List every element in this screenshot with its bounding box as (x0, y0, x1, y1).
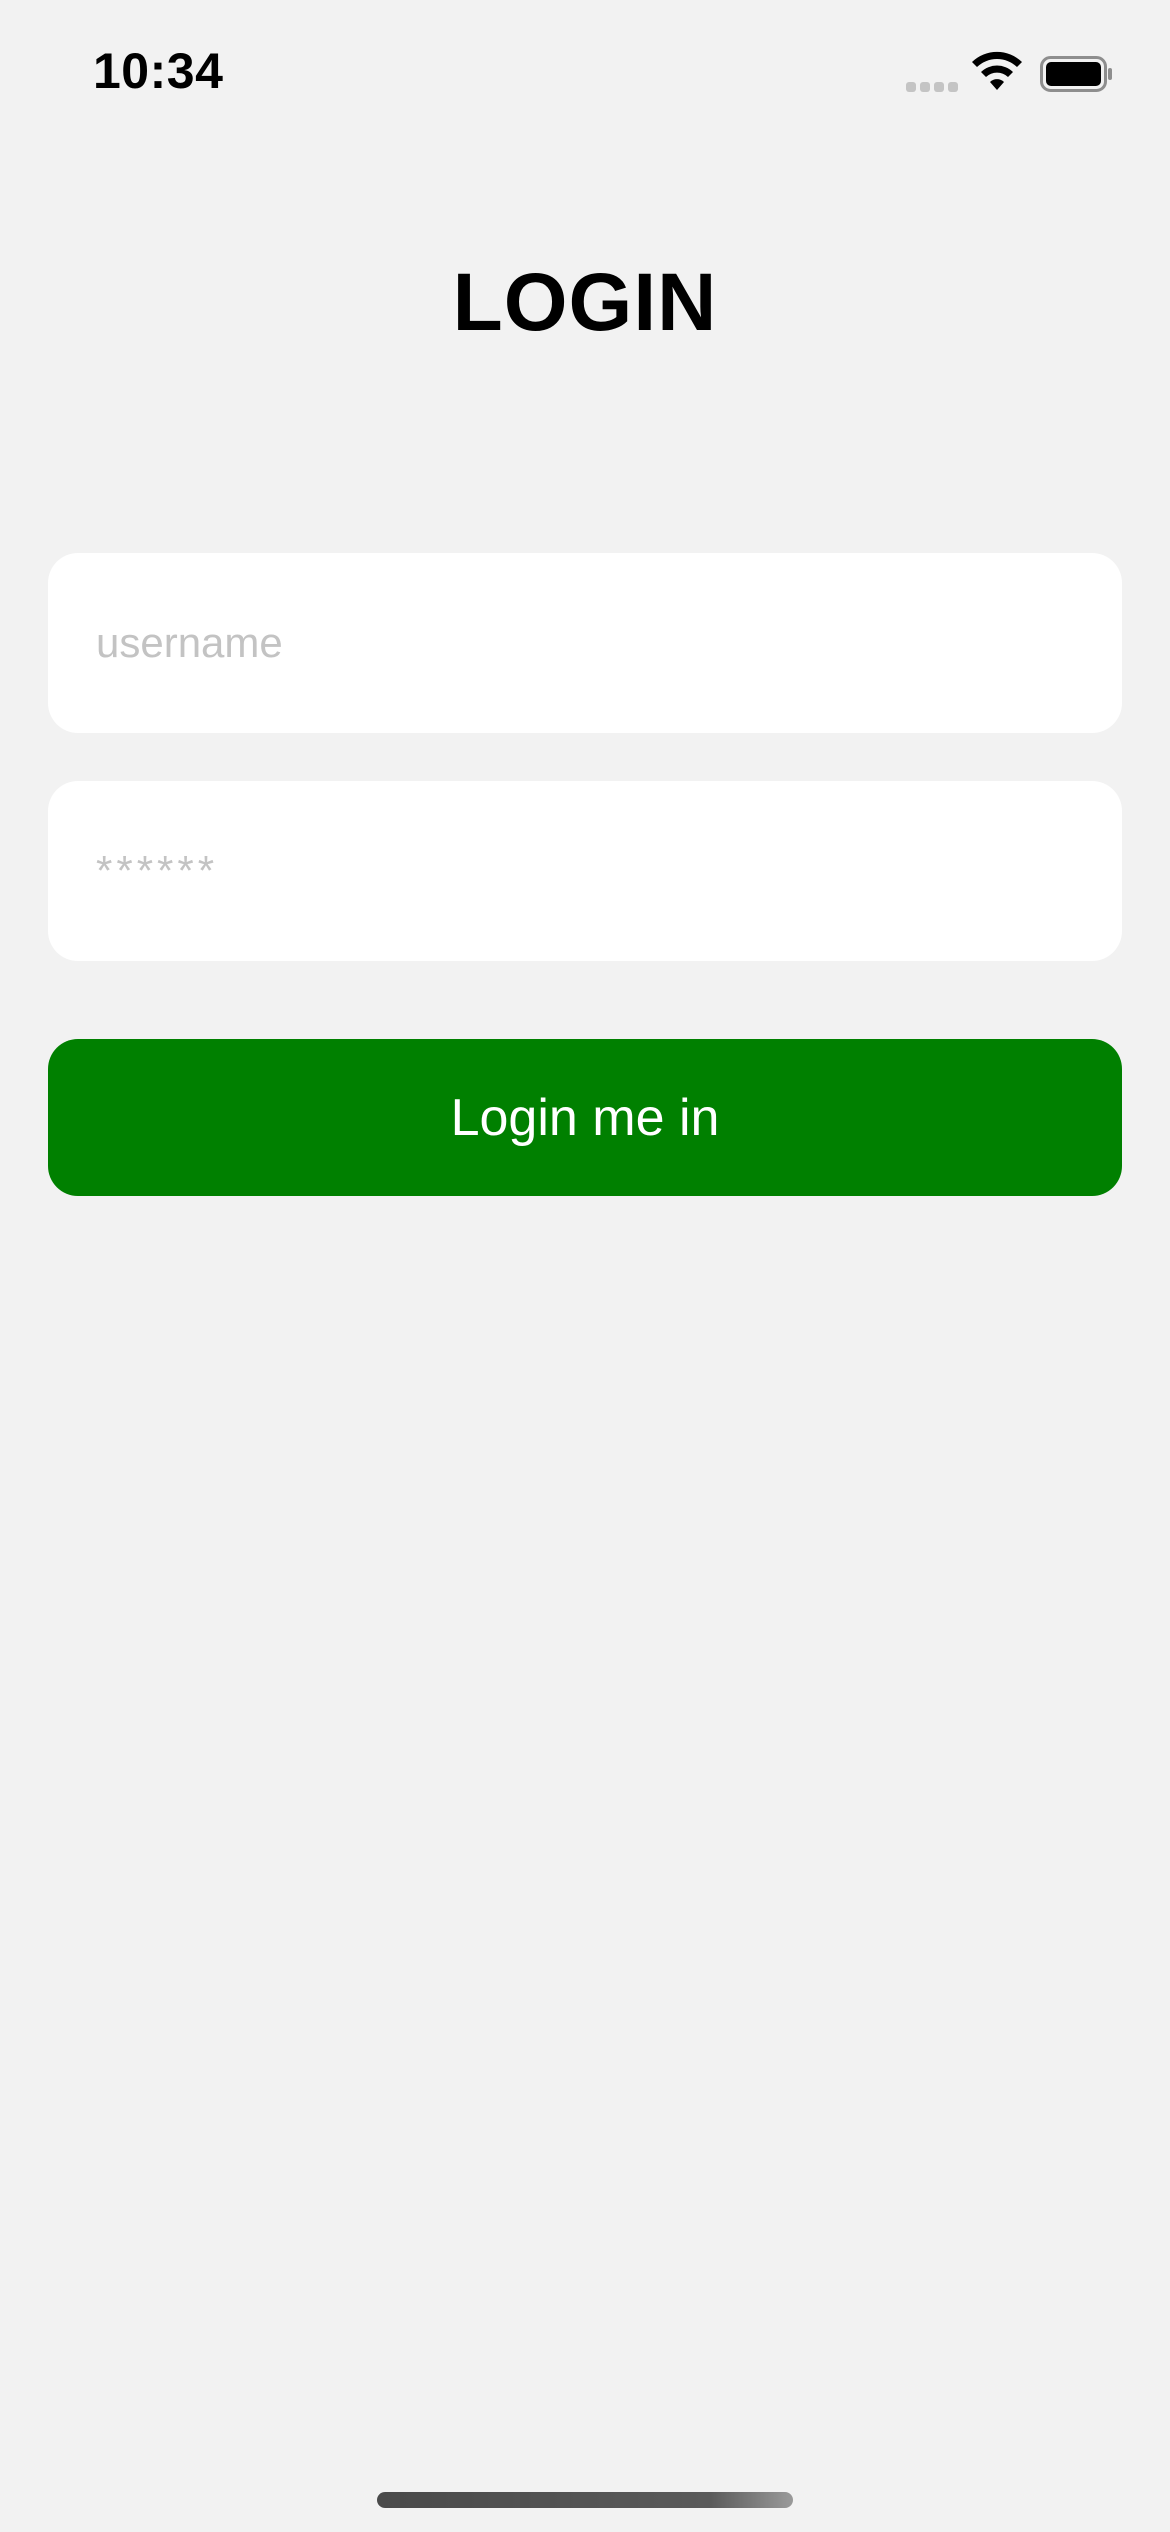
status-time: 10:34 (93, 43, 224, 99)
battery-icon (1040, 56, 1112, 92)
wifi-icon (972, 51, 1022, 90)
login-button[interactable]: Login me in (48, 1039, 1122, 1196)
page-title: LOGIN (452, 257, 718, 348)
username-field[interactable] (48, 553, 1122, 733)
password-field[interactable] (48, 781, 1122, 961)
cellular-signal-icon (906, 82, 960, 94)
login-screen: 10:34 LOGIN Login me in (0, 0, 1170, 2532)
password-input[interactable] (96, 847, 1074, 895)
home-indicator[interactable] (377, 2492, 793, 2508)
username-input[interactable] (96, 619, 1074, 667)
login-button-label: Login me in (450, 1088, 720, 1147)
